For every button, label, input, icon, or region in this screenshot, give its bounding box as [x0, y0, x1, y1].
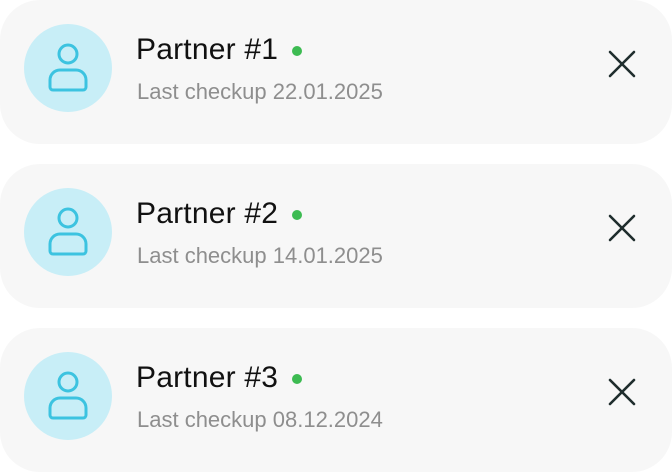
avatar	[24, 352, 112, 440]
partner-list: Partner #1 Last checkup 22.01.2025 Partn…	[0, 0, 672, 472]
partner-card: Partner #3 Last checkup 08.12.2024	[0, 328, 672, 472]
partner-card: Partner #1 Last checkup 22.01.2025	[0, 0, 672, 144]
status-dot	[292, 374, 303, 384]
partner-name-row: Partner #3	[136, 358, 303, 398]
status-dot	[292, 210, 303, 220]
partner-name: Partner #3	[136, 361, 279, 394]
user-icon	[48, 207, 88, 256]
partner-card: Partner #2 Last checkup 14.01.2025	[0, 164, 672, 308]
last-checkup-text: Last checkup 08.12.2024	[137, 407, 383, 432]
partner-name: Partner #2	[136, 197, 279, 230]
avatar	[24, 24, 112, 112]
avatar	[24, 188, 112, 276]
close-icon	[608, 214, 636, 242]
close-icon	[608, 378, 636, 406]
close-icon	[608, 50, 636, 78]
user-icon	[48, 371, 88, 420]
status-dot	[292, 46, 303, 56]
partner-name: Partner #1	[136, 33, 279, 66]
last-checkup-text: Last checkup 22.01.2025	[137, 79, 383, 104]
partner-name-row: Partner #1	[136, 30, 303, 70]
partner-name-row: Partner #2	[136, 194, 303, 234]
remove-partner-button[interactable]	[606, 48, 638, 80]
remove-partner-button[interactable]	[606, 376, 638, 408]
remove-partner-button[interactable]	[606, 212, 638, 244]
user-icon	[48, 43, 88, 92]
last-checkup-text: Last checkup 14.01.2025	[137, 243, 383, 268]
